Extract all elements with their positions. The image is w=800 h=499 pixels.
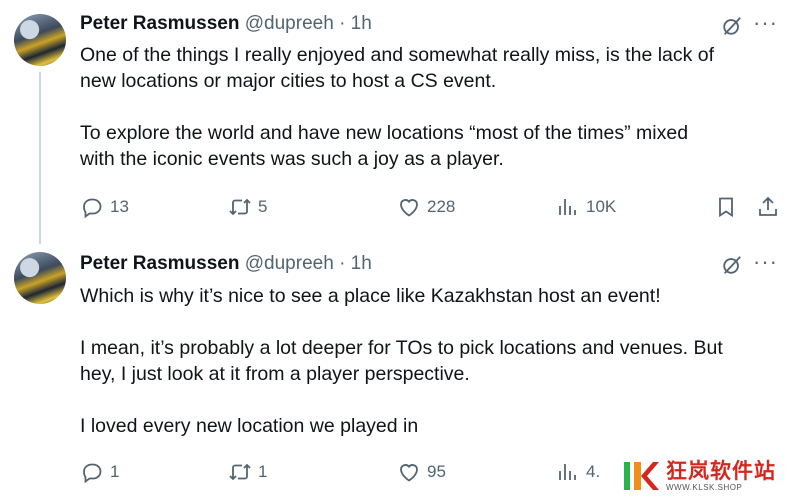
thread-line <box>39 72 41 244</box>
tweet-header: Peter Rasmussen @dupreeh · 1h <box>80 13 372 35</box>
text-line: Which is why it’s nice to see a place li… <box>80 285 661 307</box>
tweet-1[interactable]: Peter Rasmussen @dupreeh · 1h ··· One of… <box>0 0 800 244</box>
text-line: new locations or major cities to host a … <box>80 70 497 92</box>
reply-button[interactable]: 13 <box>80 192 129 222</box>
like-icon <box>400 464 418 482</box>
views-icon <box>559 464 576 480</box>
text-line: I mean, it’s probably a lot deeper for T… <box>80 337 723 359</box>
avatar[interactable] <box>14 252 66 304</box>
bookmark-button[interactable] <box>714 192 744 222</box>
text-line: hey, I just look at it from a player per… <box>80 363 470 385</box>
author-handle[interactable]: @dupreeh <box>245 253 334 274</box>
retweet-icon <box>229 463 251 481</box>
reply-icon <box>83 198 102 219</box>
share-button[interactable] <box>756 192 786 222</box>
watermark-name: 狂岚软件站 <box>666 458 776 483</box>
grok-icon[interactable] <box>721 15 743 37</box>
author-handle[interactable]: @dupreeh <box>245 13 334 34</box>
watermark-url: WWW.KLSK.SHOP <box>666 482 743 492</box>
reply-count: 1 <box>110 462 120 481</box>
tweet-text: Which is why it’s nice to see a place li… <box>80 283 780 439</box>
text-line: with the iconic events was such a joy as… <box>80 148 504 170</box>
like-count: 95 <box>427 462 446 481</box>
view-count: 4. <box>586 462 601 481</box>
text-line <box>80 387 780 413</box>
text-line: I loved every new location we played in <box>80 415 419 437</box>
action-bar: 13 5 228 10K <box>80 192 790 222</box>
like-count: 228 <box>427 197 456 216</box>
tweet-text: One of the things I really enjoyed and s… <box>80 42 780 172</box>
retweet-count: 1 <box>258 462 268 481</box>
separator: · <box>339 13 346 34</box>
more-icon[interactable]: ··· <box>753 251 778 273</box>
watermark-logo-icon <box>624 461 659 490</box>
views-button[interactable]: 10K <box>556 192 616 222</box>
reply-button[interactable]: 1 <box>80 457 119 487</box>
author-name[interactable]: Peter Rasmussen <box>80 253 239 274</box>
watermark: 狂岚软件站 WWW.KLSK.SHOP <box>620 452 800 499</box>
text-line: To explore the world and have new locati… <box>80 122 689 144</box>
separator: · <box>339 253 346 274</box>
author-name[interactable]: Peter Rasmussen <box>80 13 239 34</box>
view-count: 10K <box>586 197 617 216</box>
text-line: One of the things I really enjoyed and s… <box>80 44 715 66</box>
reply-icon <box>83 463 102 484</box>
grok-icon[interactable] <box>721 254 743 276</box>
timestamp[interactable]: 1h <box>351 253 372 274</box>
timestamp[interactable]: 1h <box>351 13 372 34</box>
retweet-icon <box>229 198 251 216</box>
share-icon <box>759 196 777 216</box>
retweet-button[interactable]: 5 <box>228 192 267 222</box>
views-button[interactable]: 4. <box>556 457 600 487</box>
bookmark-icon <box>719 197 733 218</box>
reply-count: 13 <box>110 197 129 216</box>
more-icon[interactable]: ··· <box>753 12 778 34</box>
like-icon <box>400 199 418 217</box>
retweet-button[interactable]: 1 <box>228 457 267 487</box>
tweet-header: Peter Rasmussen @dupreeh · 1h <box>80 253 372 275</box>
text-line <box>80 94 780 120</box>
retweet-count: 5 <box>258 197 268 216</box>
like-button[interactable]: 228 <box>397 192 455 222</box>
like-button[interactable]: 95 <box>397 457 446 487</box>
views-icon <box>559 199 576 215</box>
text-line <box>80 309 780 335</box>
avatar[interactable] <box>14 14 66 66</box>
